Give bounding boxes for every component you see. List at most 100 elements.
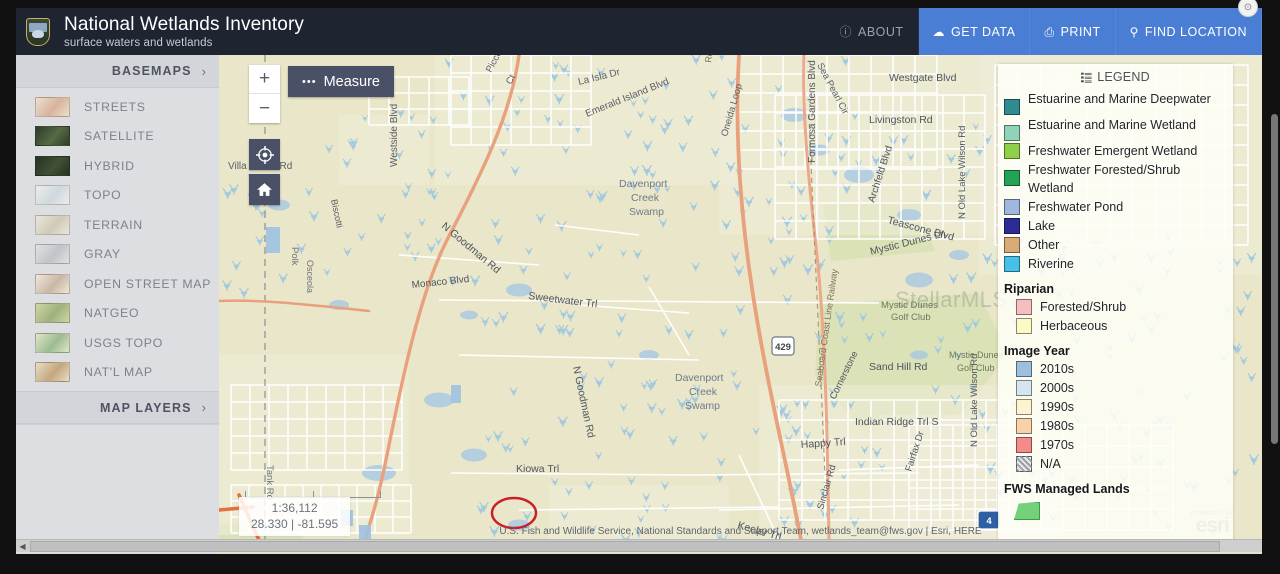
nav-button-label: ABOUT bbox=[857, 24, 904, 39]
legend-item: Estuarine and Marine Deepwater bbox=[1004, 90, 1227, 115]
vertical-scrollbar[interactable] bbox=[1270, 8, 1280, 552]
legend-imageyear-title: Image Year bbox=[1004, 344, 1070, 358]
measure-dots-icon: ••• bbox=[302, 75, 317, 88]
streets-thumbnail bbox=[35, 96, 70, 117]
highway-shield: 4 bbox=[977, 510, 1001, 530]
legend-swatch bbox=[1016, 437, 1032, 453]
nav-button-find-location[interactable]: ⚲ FIND LOCATION bbox=[1115, 8, 1262, 55]
legend-item: Freshwater Emergent Wetland bbox=[1004, 142, 1227, 160]
legend-swatch bbox=[1016, 361, 1032, 377]
legend-item-label: 2000s bbox=[1040, 381, 1075, 395]
map-label: Creek bbox=[631, 192, 660, 204]
basemap-item-topo[interactable]: TOPO bbox=[16, 181, 219, 211]
vertical-scrollbar-thumb[interactable] bbox=[1271, 114, 1278, 444]
legend-item: 1990s bbox=[1004, 398, 1227, 416]
map-label: Kiowa Trl bbox=[516, 463, 559, 475]
svg-text:4: 4 bbox=[986, 516, 992, 527]
nav-button-label: GET DATA bbox=[951, 24, 1016, 39]
left-sidebar: BASEMAPS › STREETS SATELLITE HYBRID TOPO TER… bbox=[16, 55, 219, 554]
legend-fws-title: FWS Managed Lands bbox=[1004, 482, 1130, 496]
page-root: National Wetlands Inventory surface wate… bbox=[0, 0, 1280, 574]
window-frame-left bbox=[0, 0, 16, 574]
basemap-item-label: TERRAIN bbox=[84, 217, 143, 232]
legend-item-label: Herbaceous bbox=[1040, 319, 1108, 333]
legend-item-label: 1970s bbox=[1040, 438, 1075, 452]
fws-managed-lands-swatch bbox=[1014, 502, 1040, 520]
basemap-item-label: NAT'L MAP bbox=[84, 365, 153, 380]
zoom-control: + − bbox=[249, 65, 280, 123]
legend-wetland-group: Estuarine and Marine Deepwater Estuarine … bbox=[1004, 90, 1227, 273]
sidebar-empty-area bbox=[16, 424, 219, 554]
zoom-in-button[interactable]: + bbox=[249, 65, 280, 94]
basemap-item-hybrid[interactable]: HYBRID bbox=[16, 151, 219, 181]
legend-imageyear-group: 2010s 2000s 1990s 1980s 1970s N/A bbox=[1004, 360, 1227, 473]
basemaps-panel-header[interactable]: BASEMAPS › bbox=[16, 55, 219, 88]
legend-item-label: Estuarine and Marine Deepwater bbox=[1028, 92, 1211, 106]
legend-swatch bbox=[1016, 456, 1032, 472]
window-frame-top bbox=[0, 0, 1280, 8]
natgeo-thumbnail bbox=[35, 303, 70, 324]
legend-item-label: Riverine bbox=[1028, 257, 1074, 271]
nav-button-label: PRINT bbox=[1060, 24, 1101, 39]
svg-text:429: 429 bbox=[775, 342, 791, 353]
legend-swatch bbox=[1016, 299, 1032, 315]
map-label: Osceola bbox=[305, 260, 315, 293]
legend-item: Herbaceous bbox=[1004, 317, 1227, 335]
chevron-right-icon: › bbox=[201, 63, 207, 79]
measure-button[interactable]: ••• Measure bbox=[288, 66, 394, 97]
map-label: Creek bbox=[689, 386, 718, 398]
zoom-out-button[interactable]: − bbox=[249, 94, 280, 123]
basemap-item-open-street-map[interactable]: OPEN STREET MAP bbox=[16, 269, 219, 299]
basemap-item-nat-l-map[interactable]: NAT'L MAP bbox=[16, 358, 219, 388]
crosshair-locate-icon bbox=[255, 145, 274, 164]
nav-button-about[interactable]: ⓘ ABOUT bbox=[825, 8, 919, 55]
app-header: National Wetlands Inventory surface wate… bbox=[16, 8, 1262, 55]
legend-item-label: 1980s bbox=[1040, 419, 1075, 433]
chevron-right-icon: › bbox=[201, 400, 207, 415]
basemap-item-label: SATELLITE bbox=[84, 129, 155, 144]
horizontal-scrollbar-thumb[interactable] bbox=[30, 541, 1220, 552]
home-icon bbox=[257, 183, 272, 196]
map-label: Westside Blvd bbox=[389, 104, 400, 167]
legend-item-label: Freshwater Pond bbox=[1028, 200, 1124, 214]
basemap-item-natgeo[interactable]: NATGEO bbox=[16, 299, 219, 329]
basemap-item-streets[interactable]: STREETS bbox=[16, 92, 219, 122]
locate-button[interactable] bbox=[249, 139, 280, 170]
maplayers-panel-header[interactable]: MAP LAYERS › bbox=[16, 391, 219, 424]
legend-item-label: Freshwater Emergent Wetland bbox=[1028, 144, 1198, 158]
map-label: N Old Lake Wilson Rd bbox=[957, 126, 968, 219]
legend-riparian-title: Riparian bbox=[1004, 282, 1055, 296]
hybrid-thumbnail bbox=[35, 155, 70, 176]
map-label: Davenport bbox=[675, 372, 724, 384]
nav-button-print[interactable]: ⎙ PRINT bbox=[1030, 8, 1116, 55]
basemap-item-satellite[interactable]: SATELLITE bbox=[16, 122, 219, 152]
map-viewport[interactable]: Piccolily CtLa Isla DrEmerald Island Blv… bbox=[219, 55, 1262, 554]
nav-button-label: FIND LOCATION bbox=[1144, 24, 1247, 39]
basemaps-header-label: BASEMAPS bbox=[111, 64, 192, 78]
map-label: Swamp bbox=[629, 206, 664, 218]
basemap-item-gray[interactable]: GRAY bbox=[16, 240, 219, 270]
app-subtitle: surface waters and wetlands bbox=[64, 36, 213, 49]
legend-header[interactable]: LEGEND bbox=[998, 64, 1233, 90]
usgstopo-thumbnail bbox=[35, 332, 70, 353]
highway-shield: 429 bbox=[771, 336, 795, 356]
legend-swatch bbox=[1004, 199, 1020, 215]
legend-body: Estuarine and Marine Deepwater Estuarine … bbox=[998, 90, 1233, 520]
nav-button-get-data[interactable]: ☁ GET DATA bbox=[918, 8, 1031, 55]
basemap-item-usgs-topo[interactable]: USGS TOPO bbox=[16, 328, 219, 358]
map-label: Formosa Gardens Blvd bbox=[807, 60, 818, 163]
legend-swatch bbox=[1016, 399, 1032, 415]
osm-thumbnail bbox=[35, 273, 70, 294]
horizontal-scrollbar[interactable]: ◀ bbox=[16, 539, 1262, 552]
basemap-item-label: USGS TOPO bbox=[84, 335, 163, 350]
legend-riparian-group: Forested/Shrub Herbaceous bbox=[1004, 298, 1227, 335]
legend-item-label: Other bbox=[1028, 238, 1060, 252]
home-button[interactable] bbox=[249, 174, 280, 205]
basemap-item-terrain[interactable]: TERRAIN bbox=[16, 210, 219, 240]
scroll-left-arrow[interactable]: ◀ bbox=[16, 540, 29, 553]
legend-swatch bbox=[1004, 125, 1020, 141]
map-label: N Old Lake Wilson Rd bbox=[969, 354, 980, 447]
printer-icon: ⎙ bbox=[1044, 24, 1055, 39]
topo-thumbnail bbox=[35, 185, 70, 206]
legend-swatch bbox=[1004, 218, 1020, 234]
